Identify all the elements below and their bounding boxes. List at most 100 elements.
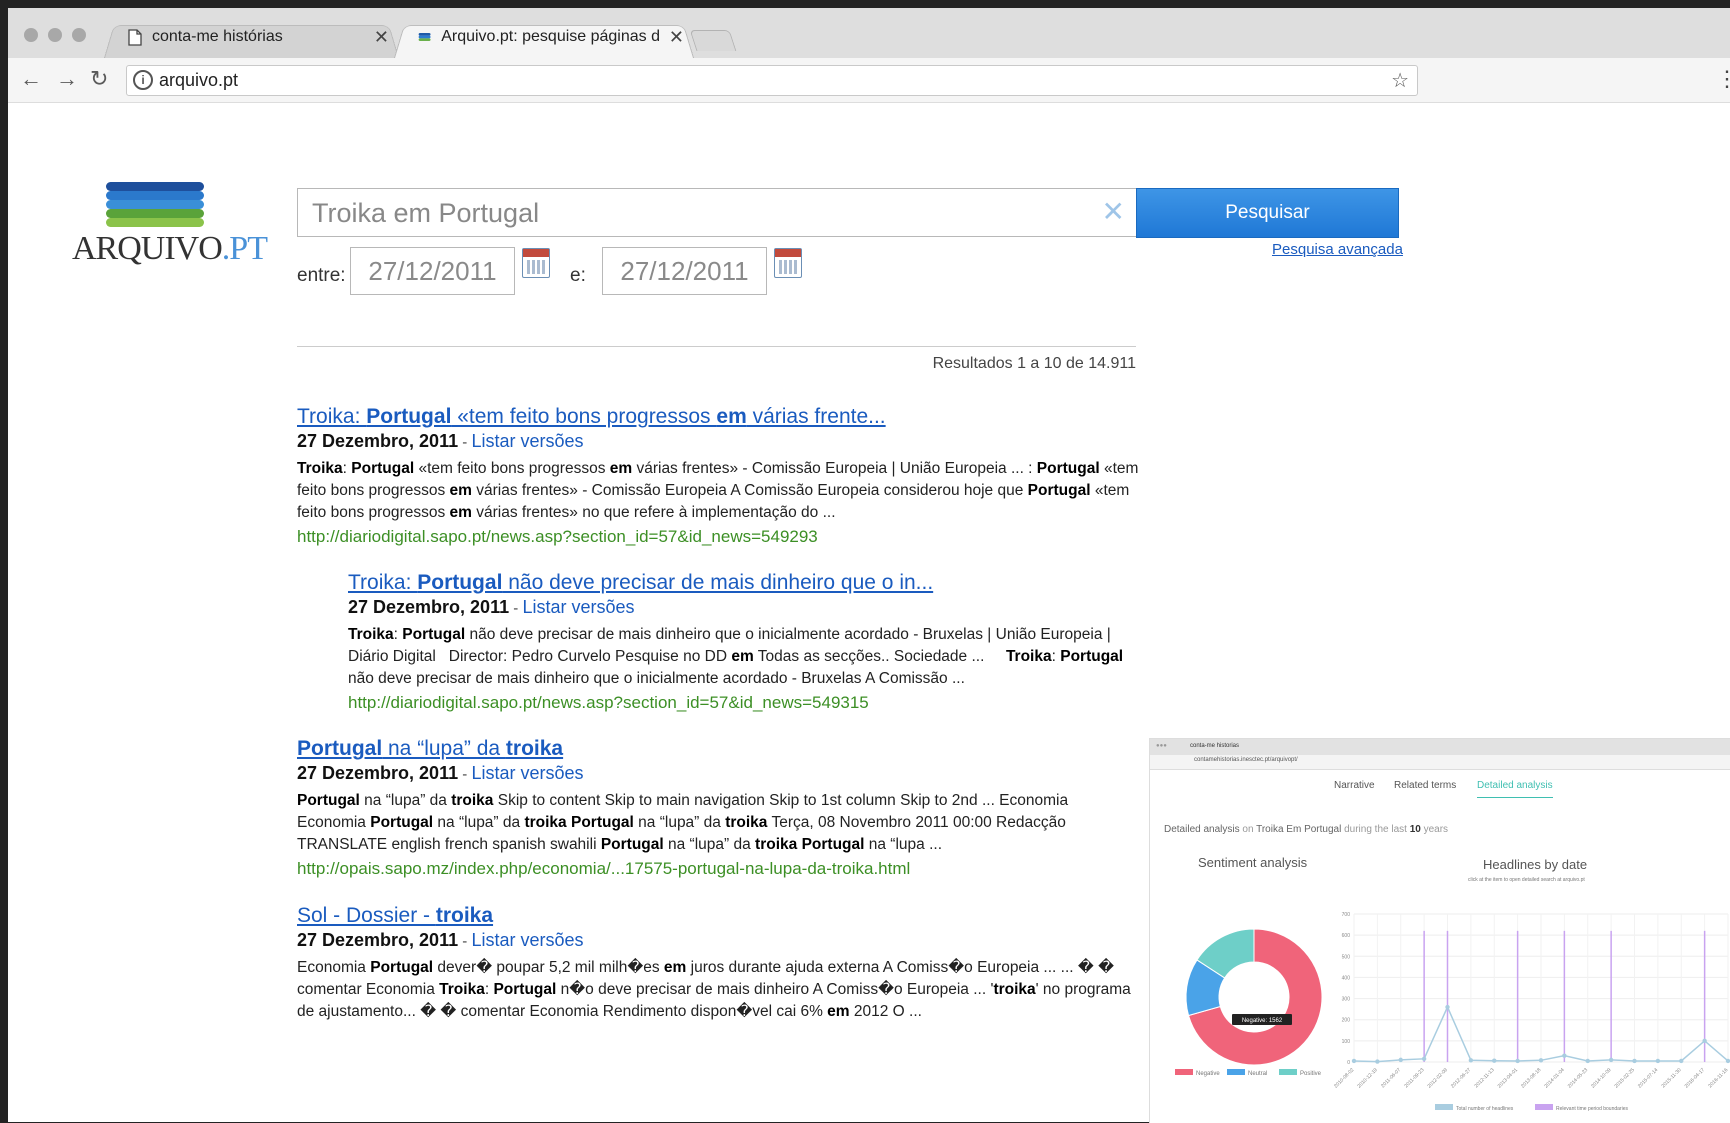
back-arrow-icon[interactable]: ←	[20, 66, 42, 92]
headlines-point	[1445, 1004, 1450, 1010]
x-tick-label: 2010-12-19	[1356, 1067, 1378, 1089]
result-snippet: Economia Portugal dever� poupar 5,2 mil …	[297, 959, 1131, 1020]
legend-swatch	[1227, 1069, 1245, 1075]
logo-text: ARQUIVO	[72, 230, 223, 267]
calendar-icon[interactable]	[774, 248, 802, 278]
search-result: Troika: Portugal «tem feito bons progres…	[297, 405, 1139, 547]
result-url[interactable]: http://opais.sapo.mz/index.php/economia/…	[297, 859, 1139, 879]
headlines-point	[1725, 1058, 1730, 1064]
search-result: Troika: Portugal não deve precisar de ma…	[348, 571, 1138, 713]
headlines-point	[1585, 1058, 1590, 1064]
reload-icon[interactable]: ↻	[90, 66, 108, 92]
legend-swatch	[1435, 1104, 1453, 1110]
list-versions-link[interactable]: Listar versões	[471, 930, 583, 950]
y-tick-label: 200	[1342, 1018, 1351, 1024]
y-tick-label: 600	[1342, 933, 1351, 939]
headlines-point	[1515, 1058, 1520, 1064]
forward-arrow-icon[interactable]: →	[56, 66, 78, 92]
result-url[interactable]: http://diariodigital.sapo.pt/news.asp?se…	[297, 527, 1139, 547]
result-title-link[interactable]: Sol - Dossier - troika	[297, 904, 1139, 928]
legend-label: Relevant time period boundaries	[1556, 1106, 1628, 1112]
separator: -	[458, 434, 472, 451]
url-text: arquivo.pt	[159, 70, 239, 90]
legend-label: Total number of headlines	[1456, 1106, 1514, 1112]
separator: -	[458, 766, 472, 783]
list-versions-link[interactable]: Listar versões	[522, 597, 634, 617]
list-versions-link[interactable]: Listar versões	[471, 763, 583, 783]
headlines-point	[1562, 1053, 1567, 1058]
x-tick-label: 2014-05-23	[1567, 1067, 1589, 1089]
new-tab-button[interactable]	[689, 30, 737, 51]
legend-label: Negative	[1196, 1071, 1220, 1077]
y-tick-label: 400	[1342, 975, 1351, 981]
y-tick-label: 0	[1347, 1060, 1350, 1066]
result-url[interactable]: http://diariodigital.sapo.pt/news.asp?se…	[348, 693, 1138, 713]
x-tick-label: 2014-10-09	[1590, 1067, 1612, 1089]
y-tick-label: 500	[1342, 954, 1351, 960]
result-snippet: Troika: Portugal não deve precisar de ma…	[348, 626, 1124, 687]
legend-label: Neutral	[1248, 1071, 1267, 1077]
y-tick-label: 700	[1342, 912, 1351, 918]
result-title-link[interactable]: Troika: Portugal «tem feito bons progres…	[297, 405, 1139, 429]
browser-toolbar: ← → ↻ i arquivo.pt ☆	[8, 58, 1730, 103]
sentiment-chart: Negative: 1562 Negative Neutral Positive 0 10…	[1175, 912, 1730, 1112]
headlines-point	[1679, 1058, 1684, 1064]
legend-swatch	[1535, 1104, 1553, 1110]
result-title-link[interactable]: Troika: Portugal não deve precisar de ma…	[348, 571, 1138, 595]
headlines-point	[1468, 1058, 1474, 1063]
page-icon	[128, 28, 142, 46]
calendar-icon[interactable]	[522, 248, 550, 278]
close-window-button[interactable]	[24, 28, 38, 42]
x-tick-label: 2015-02-25	[1614, 1067, 1636, 1089]
separator: -	[458, 933, 472, 950]
bookmark-star-icon[interactable]: ☆	[1391, 68, 1409, 93]
search-button[interactable]: Pesquisar	[1136, 188, 1399, 238]
to-date-input[interactable]: 27/12/2011	[602, 247, 767, 295]
legend-swatch	[1175, 1069, 1193, 1075]
tab-title: conta-me histórias	[152, 28, 283, 45]
result-date: 27 Dezembro, 2011	[297, 431, 459, 451]
x-tick-label: 2011-06-07	[1380, 1067, 1402, 1089]
legend-label: Positive	[1300, 1071, 1322, 1077]
browser-menu-icon[interactable]: ⋮	[1716, 66, 1730, 92]
close-tab-icon[interactable]: ✕	[374, 27, 389, 48]
headlines-point	[1492, 1058, 1497, 1063]
result-date: 27 Dezembro, 2011	[297, 930, 459, 950]
search-input[interactable]	[310, 195, 1094, 231]
advanced-search-link[interactable]: Pesquisa avançada	[1272, 241, 1403, 258]
to-date-label: e:	[570, 265, 586, 286]
from-date-input[interactable]: 27/12/2011	[350, 247, 515, 295]
x-tick-label: 2014-01-04	[1543, 1067, 1565, 1089]
from-date-label: entre:	[297, 265, 346, 286]
address-bar[interactable]: i arquivo.pt ☆	[126, 65, 1418, 96]
headlines-point	[1632, 1058, 1637, 1064]
minimize-window-button[interactable]	[48, 28, 62, 42]
headlines-point	[1608, 1057, 1614, 1063]
tab-conta-me[interactable]: conta-me histórias ✕	[104, 20, 399, 59]
x-tick-label: 2012-11-13	[1474, 1067, 1496, 1089]
x-tick-label: 2013-08-18	[1520, 1067, 1542, 1089]
result-date: 27 Dezembro, 2011	[348, 597, 510, 617]
x-tick-label: 2010-08-02	[1333, 1067, 1355, 1089]
info-icon[interactable]: i	[133, 70, 153, 90]
close-tab-icon[interactable]: ✕	[669, 27, 684, 48]
y-tick-label: 100	[1342, 1039, 1351, 1045]
legend-swatch	[1279, 1069, 1297, 1075]
x-tick-label: 2012-02-09	[1427, 1067, 1449, 1089]
pie-tooltip-text: Negative: 1562	[1242, 1018, 1283, 1024]
x-tick-label: 2015-11-30	[1661, 1067, 1683, 1089]
headlines-point	[1702, 1038, 1707, 1044]
x-tick-label: 2012-06-27	[1450, 1067, 1472, 1089]
tab-arquivo[interactable]: Arquivo.pt: pesquise páginas d ✕	[394, 20, 694, 59]
result-title-link[interactable]: Portugal na “lupa” da troika	[297, 737, 1139, 761]
y-tick-label: 300	[1342, 997, 1351, 1003]
separator: -	[509, 600, 523, 617]
maximize-window-button[interactable]	[72, 28, 86, 42]
x-tick-label: 2015-07-14	[1637, 1067, 1659, 1089]
list-versions-link[interactable]: Listar versões	[471, 431, 583, 451]
tab-title: Arquivo.pt: pesquise páginas d	[441, 28, 660, 45]
x-tick-label: 2016-11-16	[1707, 1067, 1729, 1089]
results-count: Resultados 1 a 10 de 14.911	[932, 355, 1136, 372]
clear-search-icon[interactable]: ✕	[1102, 195, 1125, 228]
headlines-point	[1655, 1058, 1661, 1064]
